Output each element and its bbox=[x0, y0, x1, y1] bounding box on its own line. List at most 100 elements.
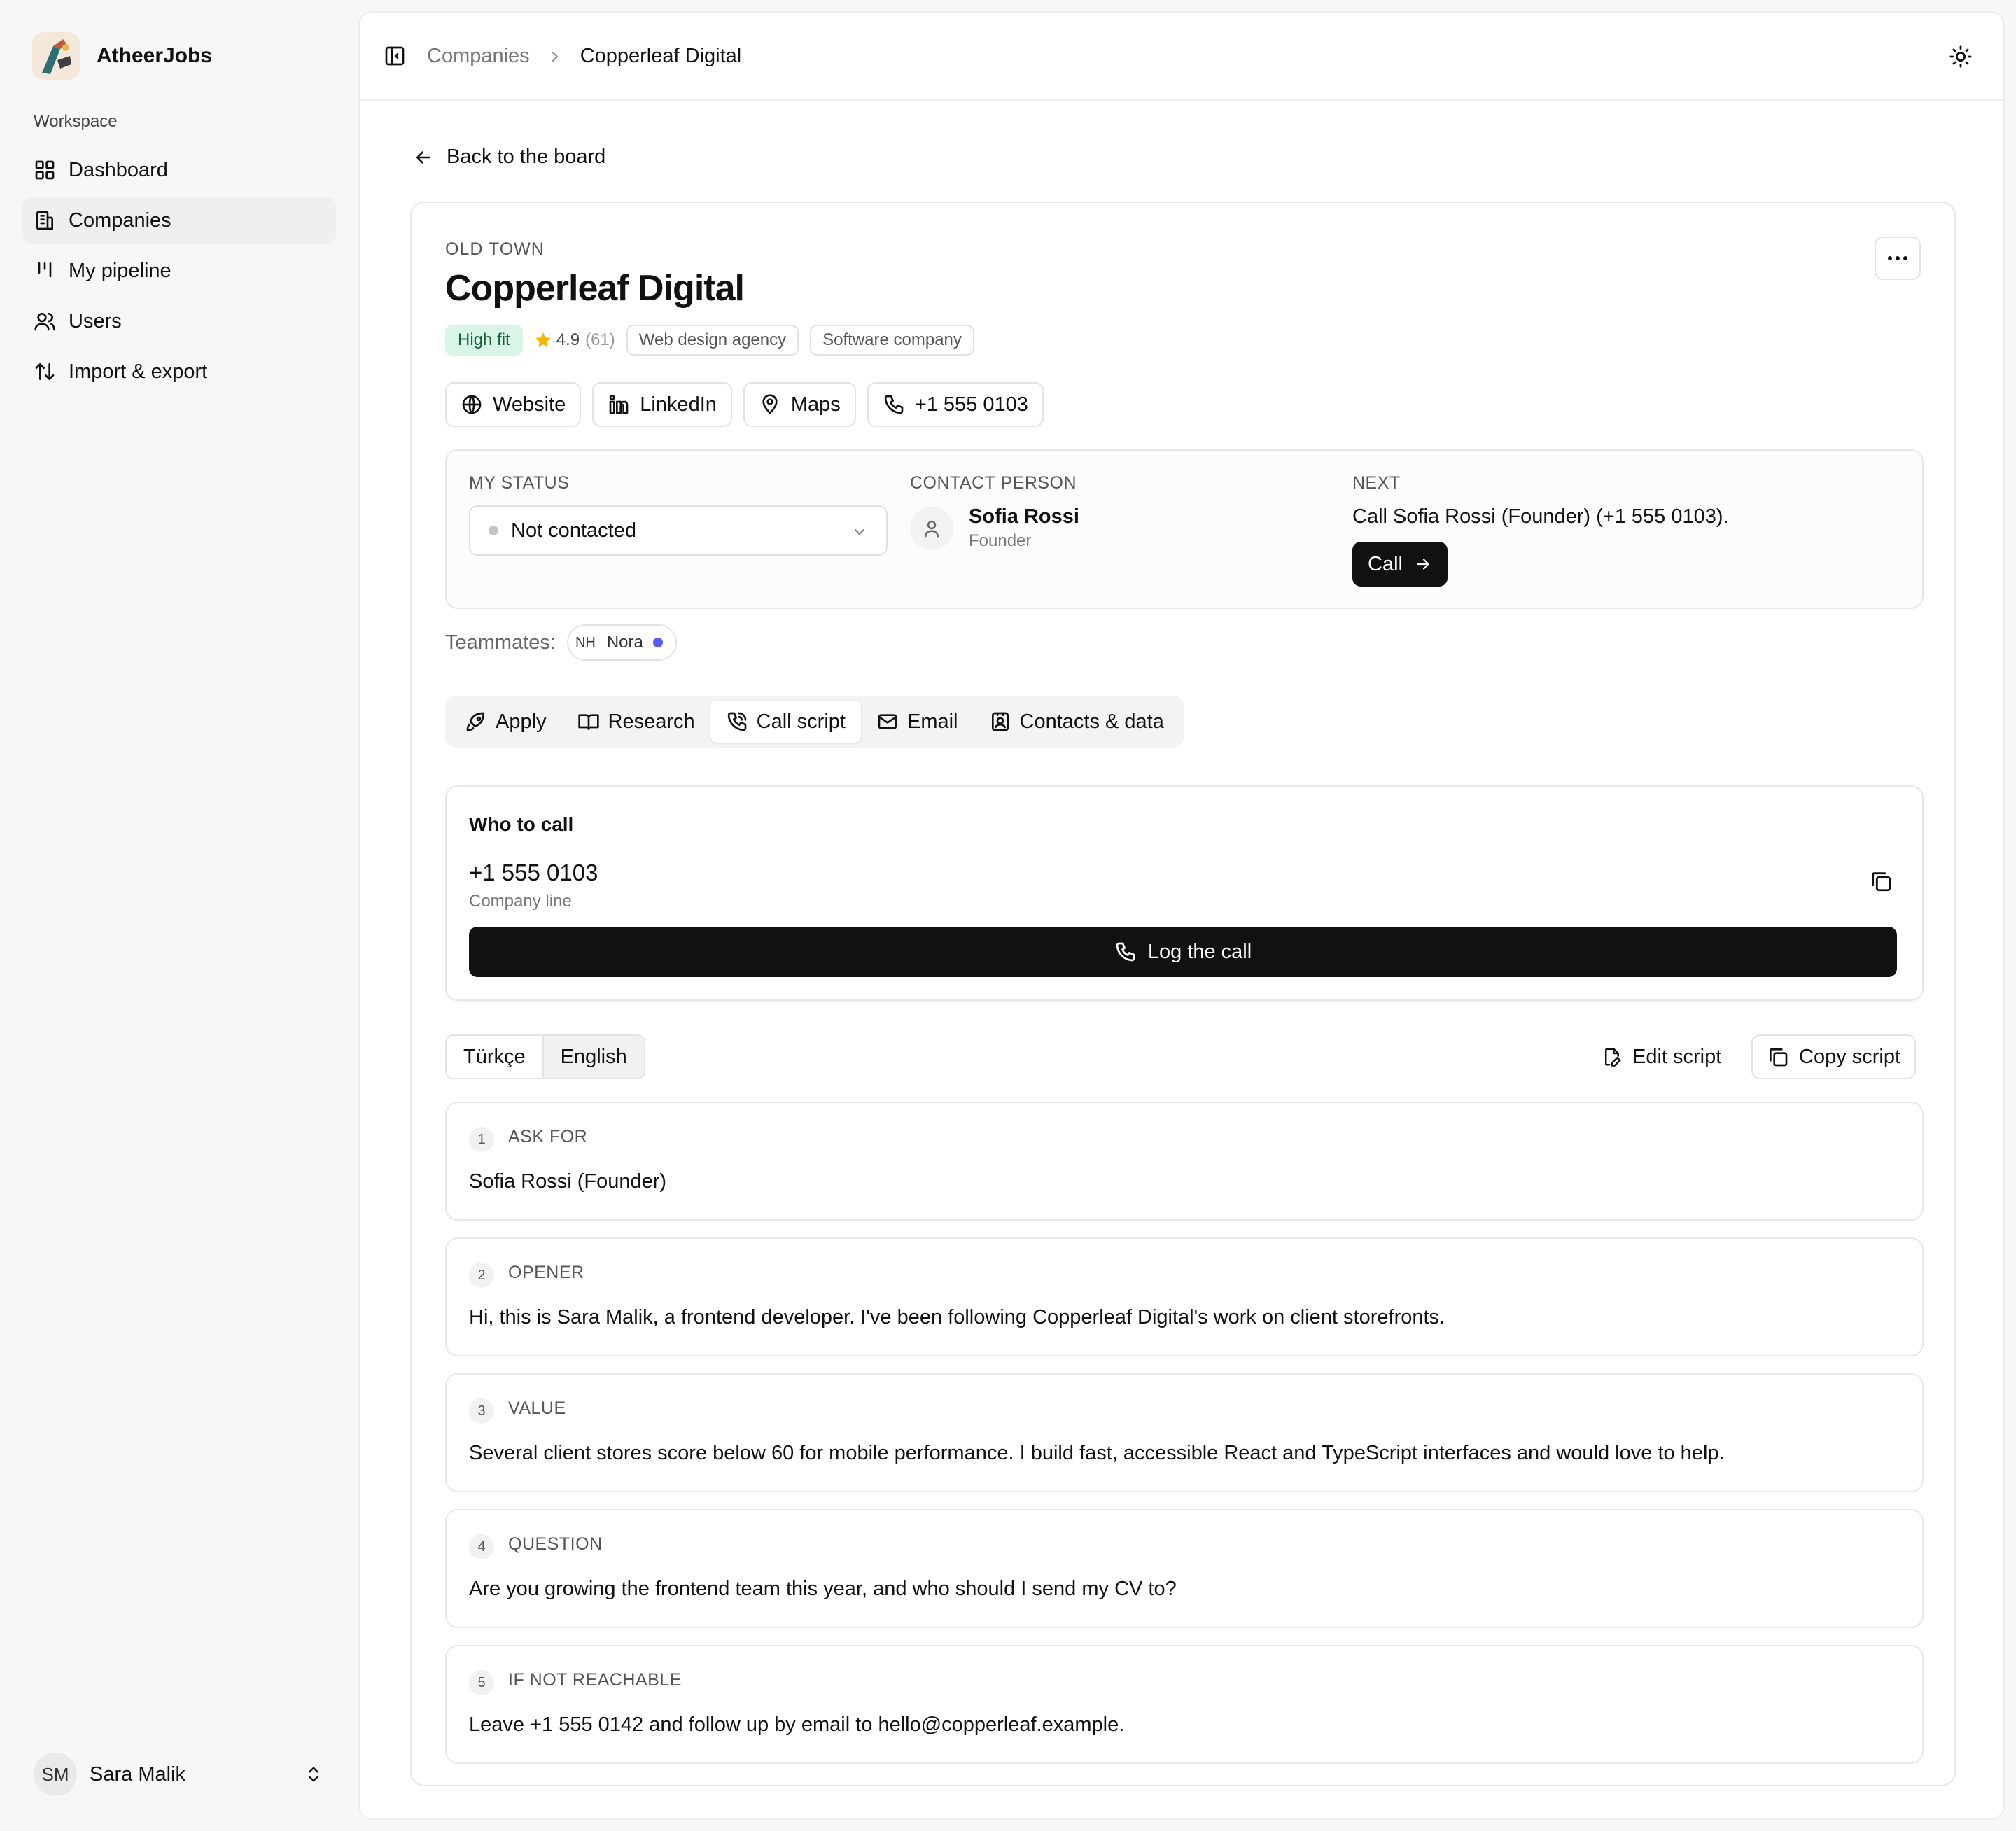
sidebar-toggle-icon[interactable] bbox=[384, 45, 406, 67]
sidebar-nav: Dashboard Companies My pipeline Users Im… bbox=[22, 147, 336, 399]
status-dot bbox=[489, 526, 498, 535]
website-button[interactable]: Website bbox=[445, 382, 582, 427]
chevrons-up-down-icon bbox=[309, 1767, 318, 1782]
sidebar: AtheerJobs Workspace Dashboard Companies… bbox=[0, 0, 358, 1831]
chevron-down-icon bbox=[855, 529, 864, 535]
step-text: Leave +1 555 0142 and follow up by email… bbox=[469, 1713, 1125, 1736]
rating-value: 4.9 bbox=[556, 330, 580, 349]
user-menu[interactable]: SM Sara Malik bbox=[34, 1753, 323, 1796]
edit-script-button[interactable]: Edit script bbox=[1602, 1034, 1721, 1079]
tab-label: Email bbox=[906, 710, 958, 733]
main-panel: Companies Copperleaf Digital Back to the… bbox=[358, 11, 2005, 1820]
tab-label: Contacts & data bbox=[1019, 710, 1164, 733]
dashboard-icon bbox=[35, 160, 55, 180]
next-action-text: Call Sofia Rossi (Founder) (+1 555 0103)… bbox=[1352, 505, 1729, 528]
maps-button[interactable]: Maps bbox=[743, 382, 856, 427]
contact-person-label: CONTACT PERSON bbox=[910, 473, 1077, 493]
script-step: 1 ASK FOR Sofia Rossi (Founder) bbox=[445, 1102, 1924, 1221]
back-label: Back to the board bbox=[447, 146, 606, 168]
teammates-label: Teammates: bbox=[445, 631, 556, 654]
theme-toggle-sun-icon[interactable] bbox=[1949, 45, 1973, 69]
call-button-label: Call bbox=[1368, 552, 1403, 575]
mail-icon bbox=[878, 714, 897, 729]
step-number: 4 bbox=[469, 1534, 494, 1559]
sidebar-item-import-export[interactable]: Import & export bbox=[22, 349, 336, 395]
script-step: 2 OPENER Hi, this is Sara Malik, a front… bbox=[445, 1237, 1924, 1356]
status-panel: MY STATUS Not contacted CONTACT PERSON S… bbox=[445, 449, 1924, 609]
copy-icon bbox=[1770, 1048, 1788, 1067]
brand[interactable]: AtheerJobs bbox=[32, 32, 212, 80]
fit-badge: High fit bbox=[445, 325, 523, 356]
script-steps: 1 ASK FOR Sofia Rossi (Founder) 2 OPENER… bbox=[445, 1102, 1924, 1781]
file-edit-icon bbox=[1605, 1048, 1621, 1067]
maps-label: Maps bbox=[790, 393, 841, 416]
company-card: OLD TOWN Copperleaf Digital High fit 4.9… bbox=[410, 202, 1956, 1786]
more-options-button[interactable] bbox=[1875, 237, 1921, 280]
sidebar-item-my-pipeline[interactable]: My pipeline bbox=[22, 248, 336, 294]
status-select[interactable]: Not contacted bbox=[469, 505, 888, 556]
company-badges: High fit 4.9 (61) Web design agency Soft… bbox=[445, 325, 974, 356]
phone-icon bbox=[1116, 942, 1135, 962]
tab-apply[interactable]: Apply bbox=[449, 701, 562, 743]
copy-script-button[interactable]: Copy script bbox=[1751, 1034, 1917, 1079]
sidebar-item-label: Users bbox=[69, 309, 122, 332]
step-label: OPENER bbox=[508, 1263, 584, 1282]
contact-person: Sofia Rossi Founder bbox=[910, 505, 1079, 551]
phone-icon bbox=[884, 395, 904, 414]
language-english[interactable]: English bbox=[542, 1036, 644, 1078]
tab-label: Call script bbox=[756, 710, 846, 733]
step-label: ASK FOR bbox=[508, 1127, 588, 1146]
linkedin-button[interactable]: LinkedIn bbox=[592, 382, 732, 427]
category-tag: Software company bbox=[810, 325, 974, 356]
step-number: 5 bbox=[469, 1670, 494, 1695]
book-open-icon bbox=[578, 714, 599, 730]
sidebar-item-dashboard[interactable]: Dashboard bbox=[22, 147, 336, 193]
users-icon bbox=[34, 313, 55, 331]
tab-contacts-data[interactable]: Contacts & data bbox=[974, 701, 1180, 743]
sidebar-item-users[interactable]: Users bbox=[22, 298, 336, 344]
tab-email[interactable]: Email bbox=[861, 701, 974, 743]
contact-avatar bbox=[910, 506, 953, 550]
contact-role: Founder bbox=[969, 531, 1032, 550]
language-toggle: Türkçe English bbox=[445, 1034, 645, 1079]
tab-research[interactable]: Research bbox=[562, 701, 710, 743]
workspace-label: Workspace bbox=[34, 112, 118, 131]
sidebar-item-label: Companies bbox=[69, 209, 172, 232]
phone-call-icon bbox=[727, 712, 747, 731]
call-number: +1 555 0103 bbox=[469, 860, 598, 885]
globe-icon bbox=[462, 395, 482, 414]
step-label: VALUE bbox=[508, 1398, 566, 1418]
contact-name: Sofia Rossi bbox=[969, 505, 1079, 528]
arrow-left-icon bbox=[416, 150, 430, 164]
call-button[interactable]: Call bbox=[1352, 542, 1448, 587]
sidebar-item-label: My pipeline bbox=[69, 259, 172, 282]
user-icon bbox=[925, 520, 939, 537]
topbar: Companies Copperleaf Digital bbox=[360, 13, 2003, 101]
language-turkish[interactable]: Türkçe bbox=[447, 1036, 542, 1078]
step-number: 2 bbox=[469, 1263, 494, 1288]
sidebar-item-label: Dashboard bbox=[69, 158, 168, 181]
sort-arrows-icon bbox=[35, 363, 55, 380]
teammates: Teammates: NH Nora bbox=[445, 624, 677, 661]
log-call-button[interactable]: Log the call bbox=[469, 927, 1897, 977]
step-text: Sofia Rossi (Founder) bbox=[469, 1170, 667, 1193]
step-number: 3 bbox=[469, 1398, 494, 1424]
log-call-label: Log the call bbox=[1147, 940, 1252, 963]
step-text: Hi, this is Sara Malik, a frontend devel… bbox=[469, 1306, 1446, 1328]
teammate-chip[interactable]: NH Nora bbox=[566, 624, 677, 661]
script-step: 3 VALUE Several client stores score belo… bbox=[445, 1373, 1924, 1492]
back-to-board-link[interactable]: Back to the board bbox=[413, 146, 606, 169]
sidebar-item-companies[interactable]: Companies bbox=[22, 197, 336, 244]
who-to-call-card: Who to call +1 555 0103 Company line Log… bbox=[445, 785, 1924, 1001]
step-text: Are you growing the frontend team this y… bbox=[469, 1578, 1177, 1600]
phone-button[interactable]: +1 555 0103 bbox=[867, 382, 1044, 427]
breadcrumb-companies[interactable]: Companies bbox=[427, 45, 530, 68]
tab-call-script[interactable]: Call script bbox=[710, 701, 861, 743]
step-text: Several client stores score below 60 for… bbox=[469, 1442, 1725, 1464]
script-step: 4 QUESTION Are you growing the frontend … bbox=[445, 1509, 1924, 1628]
who-to-call-title: Who to call bbox=[469, 813, 574, 835]
online-indicator bbox=[652, 638, 663, 647]
step-label: QUESTION bbox=[508, 1534, 603, 1554]
copy-icon[interactable] bbox=[1869, 869, 1893, 893]
avatar: SM bbox=[34, 1753, 77, 1796]
